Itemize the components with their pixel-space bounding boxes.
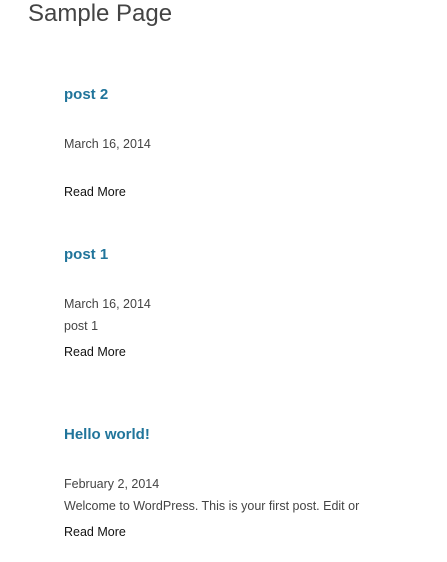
post-excerpt: post 1 <box>64 319 99 333</box>
post-title-link[interactable]: post 1 <box>64 246 434 264</box>
post-date: March 16, 2014 <box>64 137 151 151</box>
post-title-link[interactable]: post 2 <box>64 86 434 104</box>
post-item: post 1 March 16, 2014 post 1 Read More <box>64 246 434 359</box>
read-more-link[interactable]: Read More <box>64 344 126 360</box>
page-title: Sample Page <box>28 0 173 27</box>
read-more-link[interactable]: Read More <box>64 524 126 540</box>
post-date: February 2, 2014 <box>64 477 160 491</box>
post-excerpt: Welcome to WordPress. This is your first… <box>64 499 360 513</box>
post-item: post 2 March 16, 2014 Read More <box>64 86 434 199</box>
post-title-link[interactable]: Hello world! <box>64 426 434 444</box>
post-item: Hello world! February 2, 2014 Welcome to… <box>64 426 434 539</box>
read-more-link[interactable]: Read More <box>64 184 126 200</box>
post-date: March 16, 2014 <box>64 297 151 311</box>
